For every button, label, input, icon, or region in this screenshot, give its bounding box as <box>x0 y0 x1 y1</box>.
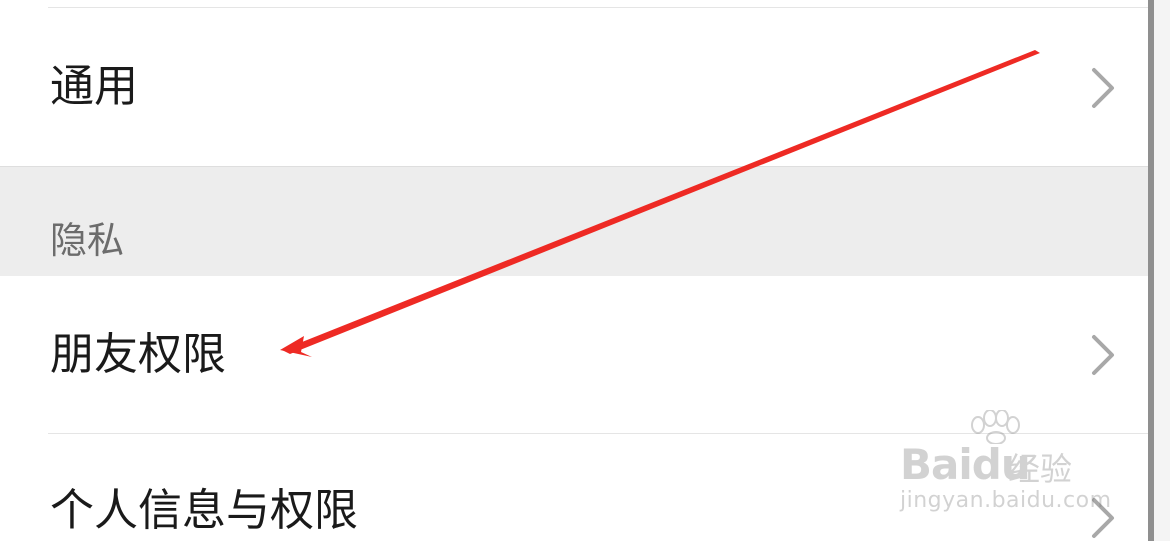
settings-screen: 通用 隐私 朋友权限 个人信息与权限 Baidu 经验 jingyan.baid… <box>0 0 1170 541</box>
general-label: 通用 <box>50 61 138 112</box>
chevron-right-icon <box>1092 498 1114 538</box>
personal-info-permissions-label: 个人信息与权限 <box>50 485 358 536</box>
settings-row-personal-info-permissions[interactable]: 个人信息与权限 <box>0 434 1148 541</box>
settings-row-general[interactable]: 通用 <box>0 8 1148 166</box>
settings-row-friend-permissions[interactable]: 朋友权限 <box>0 276 1148 433</box>
friend-permissions-label: 朋友权限 <box>50 329 226 380</box>
privacy-section-header: 隐私 <box>0 166 1170 276</box>
privacy-section-title: 隐私 <box>50 219 124 262</box>
scrollbar-thumb[interactable] <box>1148 0 1154 541</box>
scrollbar-track[interactable] <box>1154 0 1170 541</box>
chevron-right-icon <box>1092 68 1114 108</box>
chevron-right-icon <box>1092 335 1114 375</box>
